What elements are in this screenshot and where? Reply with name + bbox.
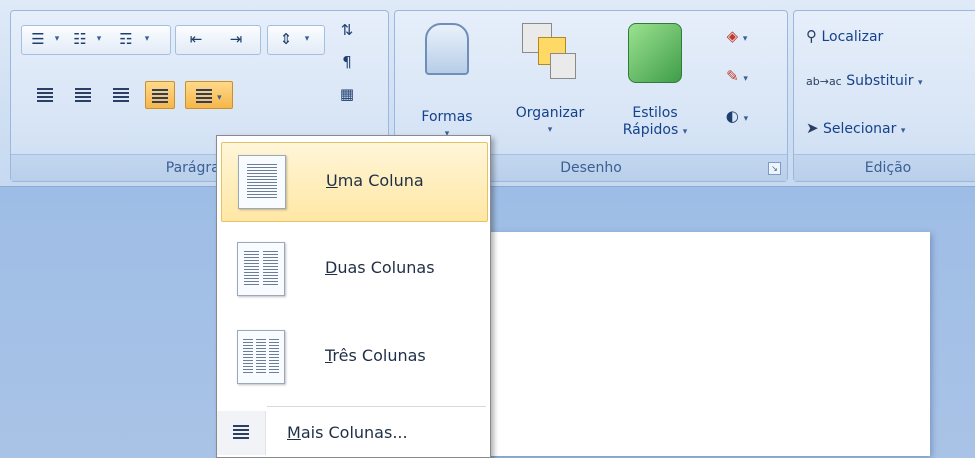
increase-indent-button[interactable]: ⇥ (222, 26, 250, 52)
find-button[interactable]: ⚲ Localizar (806, 27, 883, 45)
select-label: Selecionar (823, 121, 897, 137)
arrange-label: Organizar (515, 105, 585, 121)
more-columns-label: Mais Colunas... (287, 423, 408, 442)
align-left-icon (37, 87, 53, 102)
shape-fill-button[interactable]: ◈ ▾ (713, 23, 761, 49)
line-spacing-buttons: ⇕ ▾ (267, 25, 325, 55)
replace-dropdown-icon: ▾ (917, 78, 923, 88)
shape-outline-button[interactable]: ✎ ▾ (713, 63, 761, 89)
alignment-buttons: ▾ (21, 81, 287, 109)
menu-item-three-columns[interactable]: Três Colunas (221, 318, 486, 396)
list-buttons: ☰ ▾ ☷ ▾ ☶ ▾ (21, 25, 171, 55)
replace-icon: ab→ac (806, 75, 842, 88)
bullets-button[interactable]: ☰ (24, 26, 52, 52)
sort-button[interactable]: ⇅ (333, 17, 361, 43)
multilevel-dropdown-icon[interactable]: ▾ (140, 26, 154, 52)
justify-icon (152, 88, 168, 103)
menu-item-two-columns[interactable]: Duas Colunas (221, 230, 486, 308)
justify-button[interactable] (145, 81, 175, 109)
shading-button[interactable]: ▦ (333, 81, 361, 107)
decrease-indent-button[interactable]: ⇤ (182, 26, 210, 52)
align-right-icon (113, 87, 129, 102)
select-dropdown-icon: ▾ (900, 126, 906, 136)
document-page[interactable] (470, 232, 930, 456)
replace-label: Substituir (846, 73, 914, 89)
line-spacing-button[interactable]: ⇕ (272, 26, 300, 52)
three-columns-icon (237, 330, 285, 384)
menu-separator (267, 406, 486, 407)
one-column-label: Uma Coluna (326, 171, 424, 190)
align-right-button[interactable] (107, 81, 135, 107)
one-column-icon (238, 155, 286, 209)
line-spacing-dropdown-icon[interactable]: ▾ (300, 26, 314, 52)
align-left-button[interactable] (31, 81, 59, 107)
more-columns-icon (233, 425, 249, 439)
shape-effects-button[interactable]: ◐ ▾ (713, 103, 761, 129)
shapes-button[interactable]: Formas ▾ (403, 23, 491, 143)
two-columns-icon (237, 242, 285, 296)
menu-item-one-column[interactable]: Uma Coluna (221, 142, 488, 222)
find-label: Localizar (821, 29, 884, 45)
drawing-dialog-launcher-icon[interactable]: ↘ (768, 162, 781, 175)
center-icon (75, 87, 91, 102)
cursor-arrow-icon: ➤ (806, 119, 819, 137)
three-columns-label: Três Colunas (325, 346, 426, 365)
binoculars-icon: ⚲ (806, 27, 817, 45)
quick-styles-label-line1: Estilos (632, 105, 678, 121)
bullets-dropdown-icon[interactable]: ▾ (50, 26, 64, 52)
numbering-button[interactable]: ☷ (66, 26, 94, 52)
editing-group: ⚲ Localizar ab→ac Substituir ▾ ➤ Selecio… (793, 10, 975, 182)
replace-button[interactable]: ab→ac Substituir ▾ (806, 73, 923, 89)
quick-styles-icon (628, 23, 682, 83)
quick-styles-label-line2: Rápidos ▾ (622, 122, 688, 138)
numbering-dropdown-icon[interactable]: ▾ (92, 26, 106, 52)
menu-gutter (217, 411, 266, 455)
two-columns-label: Duas Colunas (325, 258, 435, 277)
show-hide-button[interactable]: ¶ (333, 49, 361, 75)
center-button[interactable] (69, 81, 97, 107)
indent-buttons: ⇤ ⇥ (175, 25, 261, 55)
arrange-icon (522, 23, 578, 79)
arrange-dropdown-icon: ▾ (547, 125, 553, 135)
columns-icon (196, 88, 213, 103)
columns-dropdown-menu: Uma Coluna Duas Colunas Três Colunas Mai… (216, 135, 491, 458)
shapes-icon (425, 23, 469, 75)
multilevel-list-button[interactable]: ☶ (112, 26, 140, 52)
arrange-button[interactable]: Organizar ▾ (495, 23, 605, 139)
select-button[interactable]: ➤ Selecionar ▾ (806, 119, 905, 137)
editing-group-label: Edição (794, 154, 975, 181)
menu-item-more-columns[interactable]: Mais Colunas... (217, 411, 490, 455)
quick-styles-button[interactable]: Estilos Rápidos ▾ (607, 23, 703, 141)
columns-button[interactable]: ▾ (185, 81, 233, 109)
shapes-label: Formas (421, 109, 473, 125)
